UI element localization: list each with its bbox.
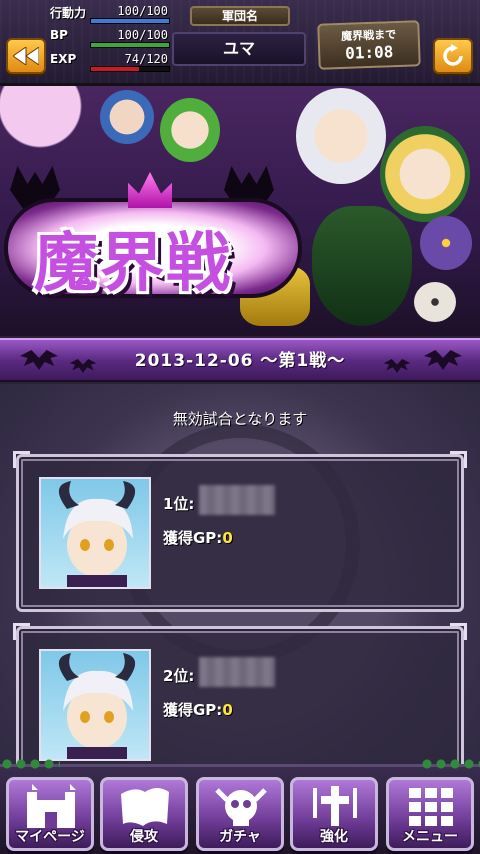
nav-label: マイページ: [15, 829, 85, 845]
rank-player-name-redacted: [199, 657, 275, 687]
back-button[interactable]: [6, 38, 46, 74]
stamina-value: 100/100: [117, 4, 168, 18]
avatar: [39, 649, 151, 761]
rank-player-name-redacted: [199, 485, 275, 515]
character-dark-dress: [312, 206, 412, 326]
nav-mypage-button[interactable]: マイページ: [6, 777, 94, 851]
crown-icon: [128, 172, 172, 208]
rank-label: 1位:: [163, 495, 195, 513]
cross-icon: [313, 786, 357, 826]
status-header: 行動力 100/100 BP 100/100 EXP 74/120 軍団名 ユマ…: [0, 0, 480, 86]
character-witch: [380, 126, 470, 222]
nav-menu-button[interactable]: メニュー: [386, 777, 474, 851]
banner-title: 魔界戦: [34, 226, 232, 301]
gp-label: 獲得GP:: [163, 529, 223, 547]
vine-ornament: [0, 757, 60, 773]
stamina-bar: [90, 18, 170, 24]
stamina-stat: 行動力 100/100: [50, 4, 170, 24]
castle-icon: [27, 784, 76, 828]
gp-label: 獲得GP:: [163, 701, 223, 719]
nav-label: メニュー: [402, 829, 458, 845]
exp-value: 74/120: [124, 52, 168, 66]
nav-label: ガチャ: [219, 829, 261, 845]
bp-label: BP: [50, 28, 68, 42]
bp-value: 100/100: [117, 28, 168, 42]
nav-label: 強化: [320, 829, 348, 845]
vine-ornament: [420, 757, 480, 773]
character-green-hair: [160, 98, 220, 162]
gp-line: 獲得GP:0: [163, 527, 233, 548]
nav-label: 侵攻: [130, 829, 158, 845]
refresh-icon: [443, 44, 463, 66]
map-icon: [121, 788, 169, 826]
result-panel: 無効試合となります 1位: 獲得GP:0 2位: 獲得GP:0: [0, 384, 480, 764]
demon-avatar-icon: [58, 481, 136, 587]
character-blue-demon: [100, 90, 154, 144]
demon-avatar-icon: [58, 653, 136, 759]
nav-enhance-button[interactable]: 強化: [290, 777, 378, 851]
date-ribbon: 2013-12-06 〜第1戦〜: [0, 338, 480, 382]
rank-label: 2位:: [163, 667, 195, 685]
bp-stat: BP 100/100: [50, 28, 170, 48]
rank-card-2[interactable]: 2位: 獲得GP:0: [13, 623, 467, 764]
skull-icon: [215, 788, 267, 826]
avatar: [39, 477, 151, 589]
group-name-label: 軍団名: [190, 6, 290, 26]
character-white-hair: [296, 88, 386, 184]
timer-value: 01:08: [344, 42, 394, 63]
rank-card-1[interactable]: 1位: 獲得GP:0: [13, 451, 467, 612]
rewind-icon: [13, 47, 39, 65]
bp-bar: [90, 42, 170, 48]
menu-grid-icon: [409, 788, 453, 826]
group-name-value: ユマ: [172, 32, 306, 66]
gp-line: 獲得GP:0: [163, 699, 233, 720]
exp-stat: EXP 74/120: [50, 52, 170, 72]
character-owl: [420, 216, 472, 270]
exp-bar: [90, 66, 170, 72]
battle-timer: 魔界戦まで 01:08: [317, 20, 421, 70]
stamina-label: 行動力: [50, 6, 87, 20]
nav-gacha-button[interactable]: ガチャ: [196, 777, 284, 851]
event-banner: 魔界戦: [0, 86, 480, 336]
result-status: 無効試合となります: [172, 410, 308, 428]
refresh-button[interactable]: [433, 38, 473, 74]
gp-value: 0: [222, 701, 233, 719]
exp-label: EXP: [50, 52, 77, 66]
character-skull: [414, 282, 456, 322]
nav-invade-button[interactable]: 侵攻: [100, 777, 188, 851]
battle-date: 2013-12-06 〜第1戦〜: [134, 351, 346, 371]
gp-value: 0: [222, 529, 233, 547]
bottom-nav: マイページ 侵攻 ガチャ 強化 メニュー: [0, 757, 480, 854]
